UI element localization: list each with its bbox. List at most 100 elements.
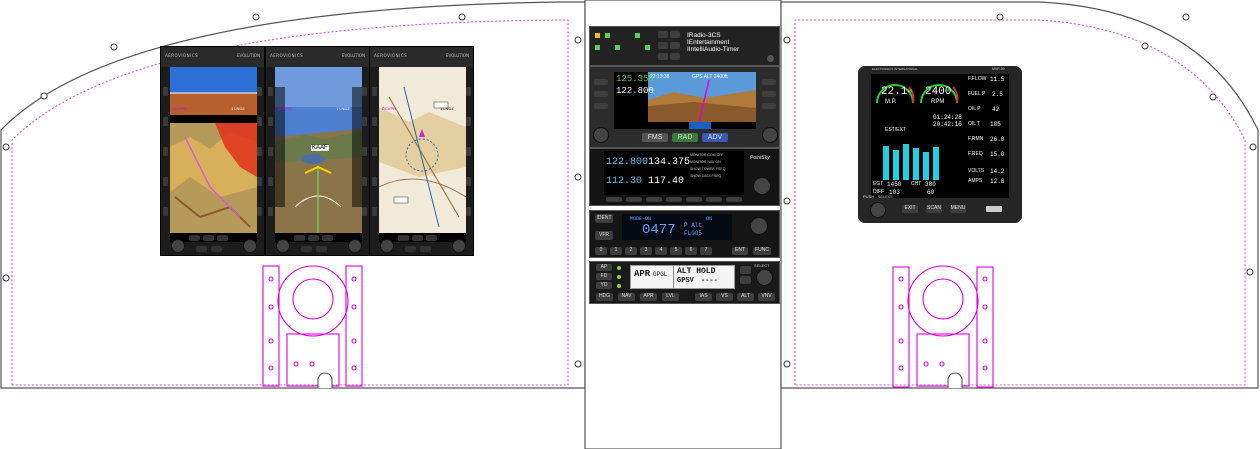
efis-knob-right[interactable]	[243, 239, 257, 253]
autopilot-lvl-button[interactable]: LVL	[662, 293, 679, 301]
transponder-digit-6[interactable]: 6	[685, 247, 697, 255]
transponder-func-button[interactable]: FUNC	[753, 247, 771, 255]
autopilot-nav-button[interactable]: NAV	[618, 293, 635, 301]
navcom-soft-button[interactable]	[606, 197, 622, 202]
gtn-rad-button[interactable]: RAD	[672, 133, 698, 142]
autopilot-hdg-button[interactable]: HDG	[596, 293, 613, 301]
gtn-side-button[interactable]	[594, 91, 608, 97]
efis-softkey[interactable]	[426, 235, 437, 241]
ems-exit-button[interactable]: EXIT	[902, 205, 918, 213]
navcom-soft-button[interactable]	[626, 197, 642, 202]
efis-side-button[interactable]	[163, 87, 168, 96]
autopilot-vnv-button[interactable]: VNV	[758, 293, 775, 301]
efis-softkey[interactable]	[308, 235, 319, 241]
efis-side-button[interactable]	[362, 207, 367, 216]
efis-softkey[interactable]	[217, 235, 228, 241]
autopilot-select-knob[interactable]	[756, 269, 773, 286]
autopilot-ias-button[interactable]: IAS	[695, 293, 712, 301]
efis-side-button[interactable]	[163, 117, 168, 126]
autopilot-up-button[interactable]	[740, 266, 751, 274]
efis-knob-left[interactable]	[380, 239, 394, 253]
efis-side-button[interactable]	[163, 177, 168, 186]
transponder-digit-3[interactable]: 3	[640, 247, 652, 255]
efis-softkey[interactable]	[412, 235, 423, 241]
efis-softkey[interactable]	[322, 235, 333, 241]
gtn-fms-button[interactable]: FMS	[642, 133, 668, 142]
audio-button[interactable]	[670, 53, 680, 60]
efis-side-button[interactable]	[257, 177, 262, 186]
gtn-left-knob[interactable]	[593, 127, 609, 143]
autopilot-fd-button[interactable]: FD	[596, 273, 612, 280]
efis-side-button[interactable]	[268, 177, 273, 186]
transponder-ident-button[interactable]: IDENT	[595, 214, 613, 223]
efis-side-button[interactable]	[268, 147, 273, 156]
audio-button[interactable]	[658, 31, 668, 38]
efis-side-button[interactable]	[257, 87, 262, 96]
efis-side-button[interactable]	[466, 147, 471, 156]
efis-side-button[interactable]	[362, 87, 367, 96]
gtn-side-button[interactable]	[762, 91, 776, 97]
transponder-ent-button[interactable]: ENT	[732, 247, 748, 255]
efis-side-button[interactable]	[372, 177, 377, 186]
audio-button[interactable]	[670, 31, 680, 38]
audio-knob[interactable]	[767, 55, 774, 62]
transponder-knob[interactable]	[750, 217, 768, 235]
navcom-soft-button[interactable]	[666, 197, 682, 202]
transponder-vfr-button[interactable]: VFR	[595, 231, 613, 240]
transponder-digit-2[interactable]: 2	[625, 247, 637, 255]
efis-softkey[interactable]	[189, 235, 200, 241]
transponder-digit-4[interactable]: 4	[655, 247, 667, 255]
efis-side-button[interactable]	[268, 87, 273, 96]
efis-side-button[interactable]	[257, 207, 262, 216]
autopilot-apr-button[interactable]: APR	[640, 293, 657, 301]
ems-scan-button[interactable]: SCAN	[926, 205, 942, 213]
efis-side-button[interactable]	[163, 147, 168, 156]
autopilot-down-button[interactable]	[740, 276, 751, 284]
navcom-soft-button[interactable]	[726, 197, 742, 202]
efis-side-button[interactable]	[466, 87, 471, 96]
audio-button[interactable]	[658, 42, 668, 49]
efis-softkey[interactable]	[203, 235, 214, 241]
efis-softkey[interactable]	[398, 235, 409, 241]
efis-knob-right[interactable]	[348, 239, 362, 253]
autopilot-yd-button[interactable]: YD	[596, 282, 612, 289]
efis-side-button[interactable]	[372, 207, 377, 216]
navcom-knob[interactable]	[753, 177, 771, 195]
transponder-digit-0[interactable]: 0	[595, 247, 607, 255]
efis-side-button[interactable]	[362, 117, 367, 126]
ems-select-knob[interactable]	[870, 202, 886, 218]
gtn-side-button[interactable]	[594, 103, 608, 109]
efis-side-button[interactable]	[257, 147, 262, 156]
ems-menu-button[interactable]: MENU	[950, 205, 966, 213]
efis-knob-left[interactable]	[276, 239, 290, 253]
gtn-side-button[interactable]	[762, 103, 776, 109]
efis-softkey[interactable]	[211, 246, 222, 252]
efis-knob-left[interactable]	[171, 239, 185, 253]
efis-softkey[interactable]	[301, 246, 312, 252]
navcom-soft-button[interactable]	[686, 197, 702, 202]
efis-side-button[interactable]	[163, 207, 168, 216]
audio-button[interactable]	[670, 42, 680, 49]
efis-side-button[interactable]	[372, 147, 377, 156]
autopilot-ap-button[interactable]: AP	[596, 264, 612, 271]
efis-knob-right[interactable]	[452, 239, 466, 253]
autopilot-vs-button[interactable]: VS	[716, 293, 733, 301]
navcom-soft-button[interactable]	[646, 197, 662, 202]
efis-softkey[interactable]	[294, 235, 305, 241]
gtn-side-button[interactable]	[762, 79, 776, 85]
gtn-right-knob[interactable]	[762, 127, 778, 143]
efis-softkey[interactable]	[405, 246, 416, 252]
gtn-side-button[interactable]	[594, 79, 608, 85]
efis-softkey[interactable]	[196, 246, 207, 252]
efis-side-button[interactable]	[268, 207, 273, 216]
navcom-soft-button[interactable]	[706, 197, 722, 202]
efis-side-button[interactable]	[268, 117, 273, 126]
transponder-digit-1[interactable]: 1	[610, 247, 622, 255]
ems-usb-port[interactable]	[986, 206, 1002, 212]
efis-softkey[interactable]	[420, 246, 431, 252]
audio-button[interactable]	[658, 53, 668, 60]
transponder-digit-5[interactable]: 5	[670, 247, 682, 255]
efis-side-button[interactable]	[257, 117, 262, 126]
efis-side-button[interactable]	[466, 177, 471, 186]
transponder-digit-7[interactable]: 7	[700, 247, 712, 255]
